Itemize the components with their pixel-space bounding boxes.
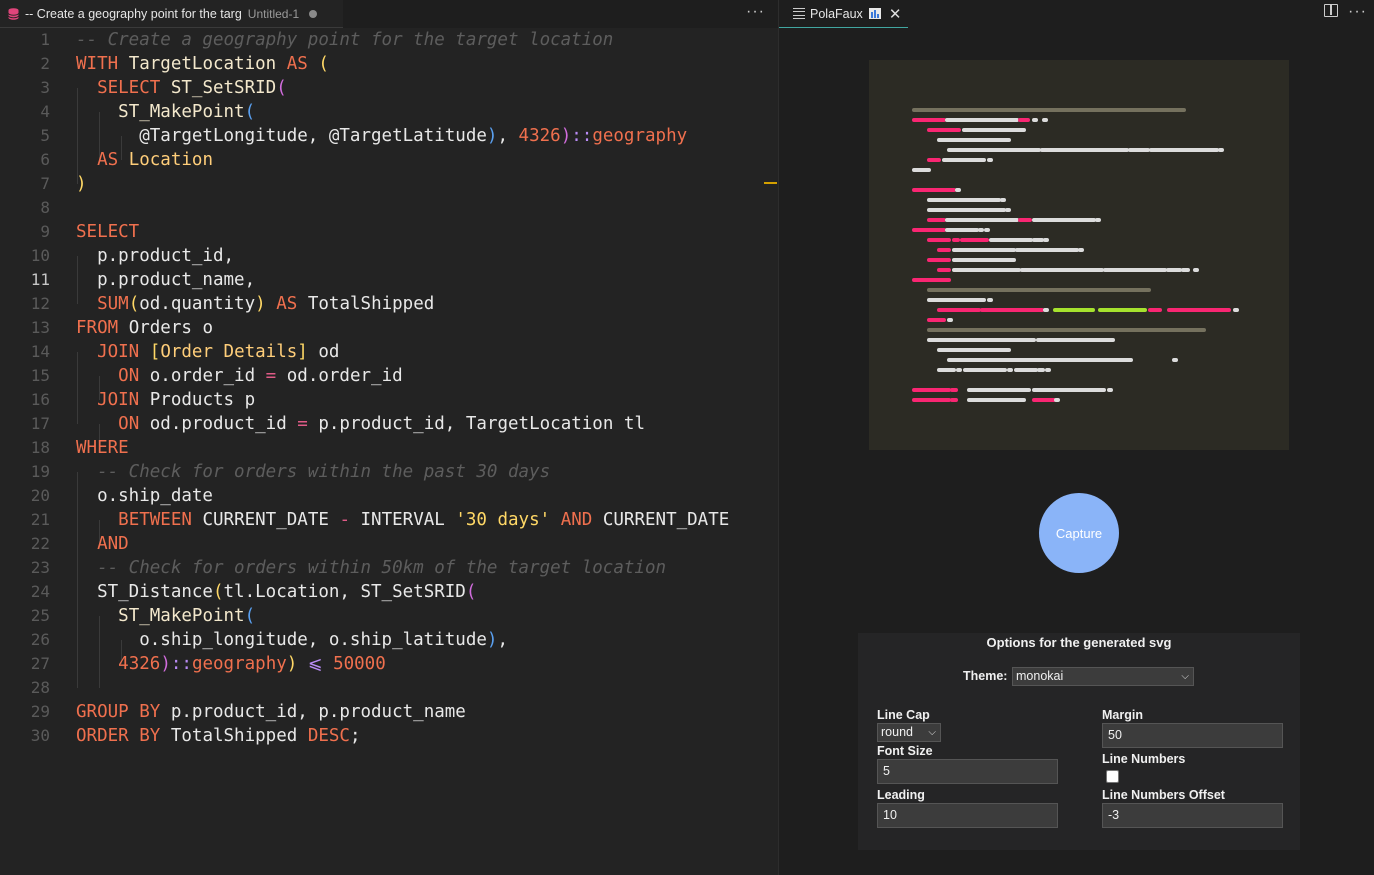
code-line: p.product_id, [76, 246, 235, 266]
line-numbers-offset-input[interactable]: -3 [1102, 803, 1283, 828]
code-line: ORDER BY TotalShipped DESC; [76, 726, 361, 746]
line-cap-label: Line Cap [877, 708, 930, 722]
line-number: 16 [30, 390, 50, 409]
line-number: 6 [40, 150, 50, 169]
line-number: 8 [40, 198, 50, 217]
code-line: ST_MakePoint( [118, 606, 256, 626]
line-number: 26 [30, 630, 50, 649]
code-line: GROUP BY p.product_id, p.product_name [76, 702, 466, 722]
code-line: ) [76, 174, 87, 194]
line-number: 9 [40, 222, 50, 241]
line-number: 14 [30, 342, 50, 361]
line-number: 28 [30, 678, 50, 697]
line-numbers-offset-label: Line Numbers Offset [1102, 788, 1225, 802]
preview-tab[interactable]: PolaFaux ✕ [779, 0, 908, 28]
code-line: -- Create a geography point for the targ… [76, 30, 614, 50]
code-line: SUM(od.quantity) AS TotalShipped [97, 294, 435, 314]
line-number: 13 [30, 318, 50, 337]
split-editor-icon[interactable] [1324, 4, 1338, 17]
line-number: 2 [40, 54, 50, 73]
line-number: 19 [30, 462, 50, 481]
preview-icon [793, 7, 805, 20]
editor-pane: -- Create a geography point for the targ… [0, 0, 778, 875]
line-number: 5 [40, 126, 50, 145]
code-line: WITH TargetLocation AS ( [76, 54, 329, 74]
capture-button[interactable]: Capture [1039, 493, 1119, 573]
code-line: BETWEEN CURRENT_DATE - INTERVAL '30 days… [118, 510, 730, 530]
leading-input[interactable]: 10 [877, 803, 1058, 828]
code-line: JOIN Products p [97, 390, 256, 410]
code-line: AND [97, 534, 129, 554]
line-number: 1 [40, 30, 50, 49]
code-line: ON o.order_id = od.order_id [118, 366, 403, 386]
line-number: 24 [30, 582, 50, 601]
line-number: 30 [30, 726, 50, 745]
code-line: o.ship_longitude, o.ship_latitude), [76, 630, 508, 650]
code-line: SELECT ST_SetSRID( [97, 78, 287, 98]
close-icon[interactable]: ✕ [889, 5, 902, 23]
editor-more-actions-icon[interactable]: ··· [746, 3, 765, 21]
code-line: ST_Distance(tl.Location, ST_SetSRID( [76, 582, 477, 602]
line-number: 21 [30, 510, 50, 529]
preview-more-actions-icon[interactable]: ··· [1348, 3, 1367, 21]
code-editor[interactable]: 1 2 3 4 5 6 7 8 9 10 11 12 13 14 15 16 17 18 19 20 21 22 23 24 2… [0, 28, 778, 875]
code-line: FROM Orders o [76, 318, 213, 338]
line-number: 12 [30, 294, 50, 313]
code-line: WHERE [76, 438, 129, 458]
options-title: Options for the generated svg [986, 635, 1172, 650]
code-line: -- Check for orders within the past 30 d… [97, 462, 551, 482]
scrollbar-change-marker [764, 182, 777, 184]
line-number: 10 [30, 246, 50, 265]
line-number: 7 [40, 174, 50, 193]
leading-label: Leading [877, 788, 925, 802]
line-numbers-checkbox[interactable] [1106, 770, 1119, 783]
unsaved-dot-icon[interactable] [309, 9, 318, 18]
chevron-down-icon: ⌵ [1181, 671, 1189, 682]
line-number: 18 [30, 438, 50, 457]
line-number: 25 [30, 606, 50, 625]
generated-svg-preview [869, 60, 1289, 450]
line-cap-select-value: round [881, 725, 913, 739]
preview-tab-title: PolaFaux [810, 6, 863, 21]
font-size-label: Font Size [877, 744, 933, 758]
margin-label: Margin [1102, 708, 1143, 722]
line-numbers-label: Line Numbers [1102, 752, 1186, 766]
code-line: AS Location [97, 150, 213, 170]
bar-chart-icon [868, 8, 881, 19]
options-panel: Options for the generated svg Theme: mon… [858, 633, 1300, 850]
preview-pane: PolaFaux ✕ ··· Capture Options for the g… [779, 0, 1374, 875]
editor-tab-bar: -- Create a geography point for the targ… [0, 0, 778, 28]
theme-label: Theme: [963, 669, 1008, 683]
code-line: -- Check for orders within 50km of the t… [97, 558, 667, 578]
code-line: ST_MakePoint( [118, 102, 256, 122]
line-number: 22 [30, 534, 50, 553]
line-number: 29 [30, 702, 50, 721]
code-line: 4326)::geography) ⩽ 50000 [118, 654, 386, 674]
code-line: p.product_name, [76, 270, 256, 290]
line-number: 15 [30, 366, 50, 385]
editor-tab-filename: Untitled-1 [247, 6, 300, 21]
database-icon [8, 7, 19, 20]
font-size-input[interactable]: 5 [877, 759, 1058, 784]
code-line: @TargetLongitude, @TargetLatitude), 4326… [76, 126, 688, 146]
line-number: 27 [30, 654, 50, 673]
editor-tab[interactable]: -- Create a geography point for the targ… [0, 0, 343, 28]
line-number: 23 [30, 558, 50, 577]
code-line: JOIN [Order Details] od [97, 342, 340, 362]
line-number: 4 [40, 102, 50, 121]
line-number: 3 [40, 78, 50, 97]
code-line: SELECT [76, 222, 140, 242]
margin-input[interactable]: 50 [1102, 723, 1283, 748]
theme-select-value: monokai [1016, 669, 1064, 683]
line-number: 11 [30, 270, 50, 289]
line-number: 20 [30, 486, 50, 505]
line-cap-select[interactable]: round ⌵ [877, 723, 941, 742]
code-line: o.ship_date [76, 486, 213, 506]
line-number: 17 [30, 414, 50, 433]
code-line: ON od.product_id = p.product_id, TargetL… [118, 414, 645, 434]
chevron-down-icon: ⌵ [928, 727, 936, 738]
theme-select[interactable]: monokai ⌵ [1012, 667, 1194, 686]
editor-tab-title: -- Create a geography point for the targ [25, 6, 242, 21]
